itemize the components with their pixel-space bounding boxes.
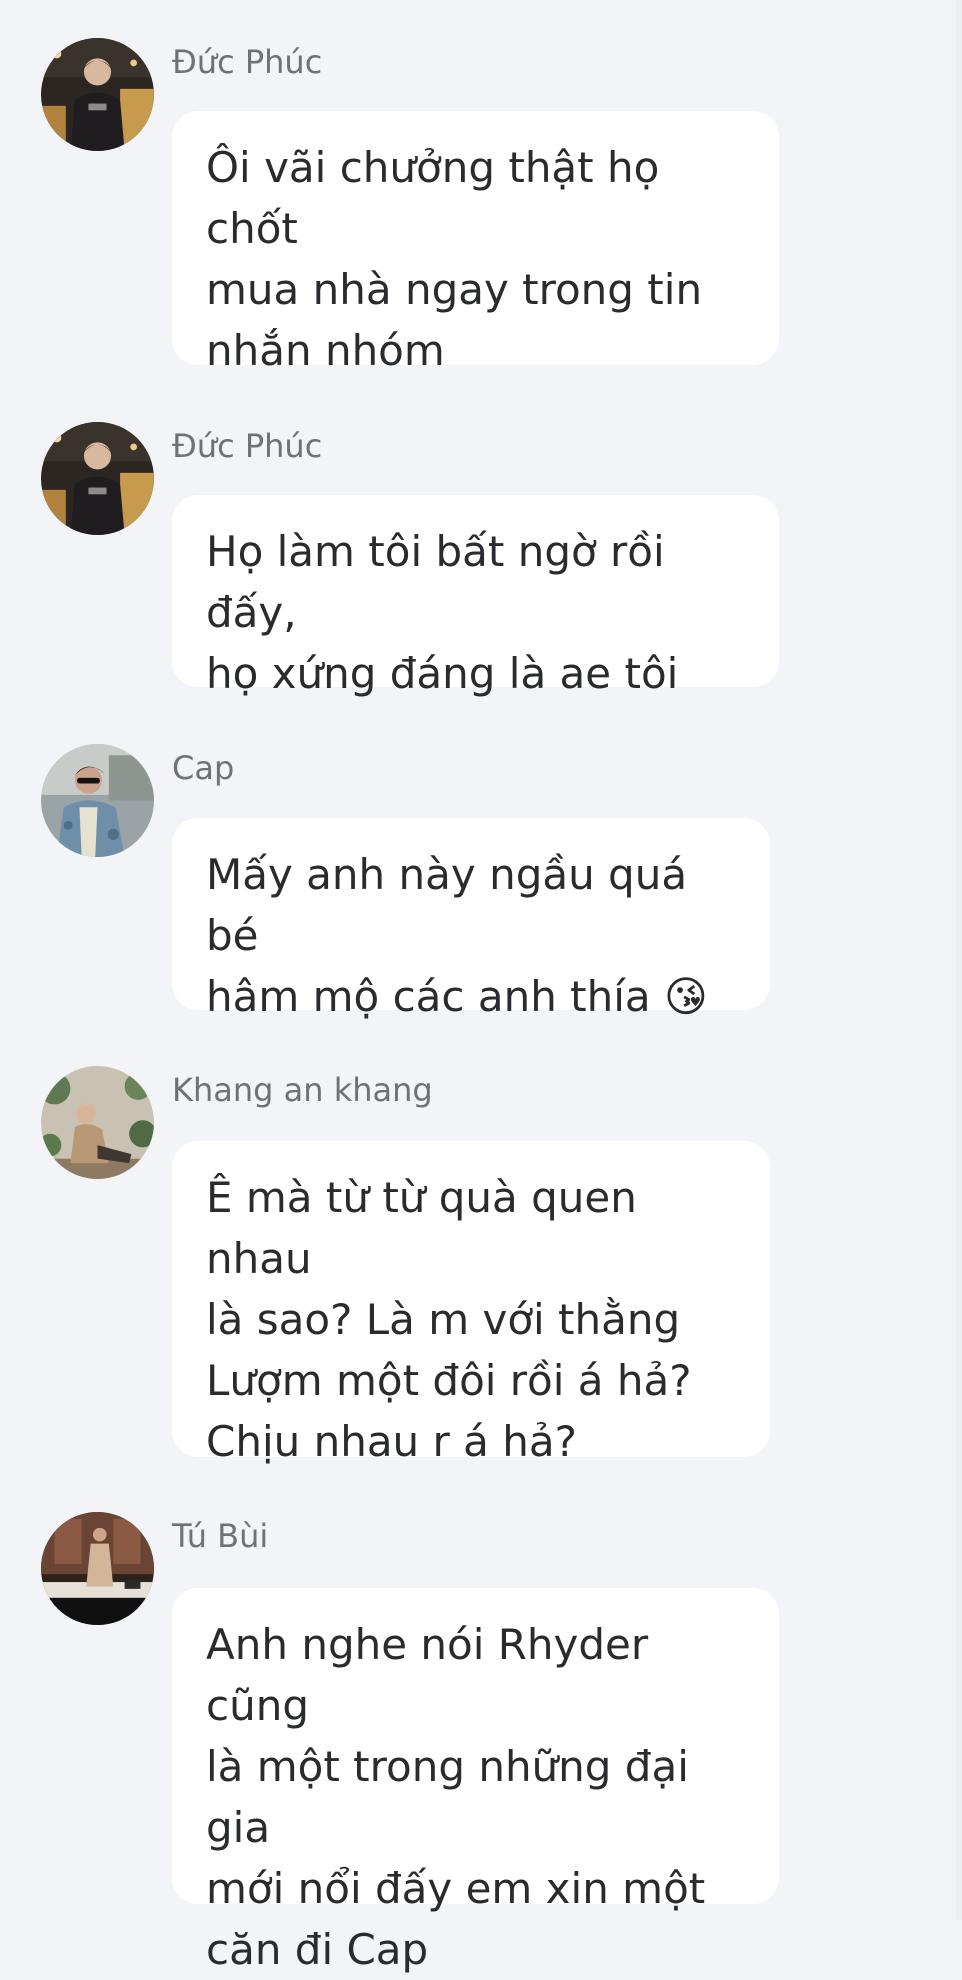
avatar[interactable] [41,1066,154,1179]
message-bubble[interactable]: Họ làm tôi bất ngờ rồi đấy, họ xứng đáng… [172,495,779,698]
avatar-photo-icon [41,38,154,151]
message-bubble[interactable]: Anh nghe nói Rhyder cũng là một trong nh… [172,1588,779,1974]
sender-name: Khang an khang [172,1071,433,1109]
message-bubble[interactable]: Ôi vãi chưởng thật họ chốt mua nhà ngay … [172,111,779,375]
avatar[interactable] [41,38,154,151]
message-text: Ôi vãi chưởng thật họ chốt mua nhà ngay … [206,143,703,375]
sender-name: Cap [172,749,235,787]
sender-name: Đức Phúc [172,427,323,465]
message-text: Mấy anh này ngầu quá bé hâm mộ các anh t… [206,850,708,1021]
message-text: Họ làm tôi bất ngờ rồi đấy, họ xứng đáng… [206,527,679,698]
message-text: Ê mà từ từ quà quen nhau là sao? Là m vớ… [206,1173,692,1466]
sender-name: Đức Phúc [172,43,323,81]
chat-thread[interactable]: Đức Phúc Ôi vãi chưởng thật họ chốt mua … [0,0,962,1974]
message-text: Anh nghe nói Rhyder cũng là một trong nh… [206,1620,706,1974]
avatar[interactable] [41,744,154,857]
message-bubble[interactable]: Ê mà từ từ quà quen nhau là sao? Là m vớ… [172,1141,770,1466]
avatar[interactable] [41,1512,154,1625]
avatar-photo-icon [41,422,154,535]
avatar-photo-icon [41,1066,154,1179]
avatar-photo-icon [41,1512,154,1625]
avatar-photo-icon [41,744,154,857]
sender-name: Tú Bùi [172,1517,269,1555]
avatar[interactable] [41,422,154,535]
message-bubble[interactable]: Mấy anh này ngầu quá bé hâm mộ các anh t… [172,818,770,1021]
